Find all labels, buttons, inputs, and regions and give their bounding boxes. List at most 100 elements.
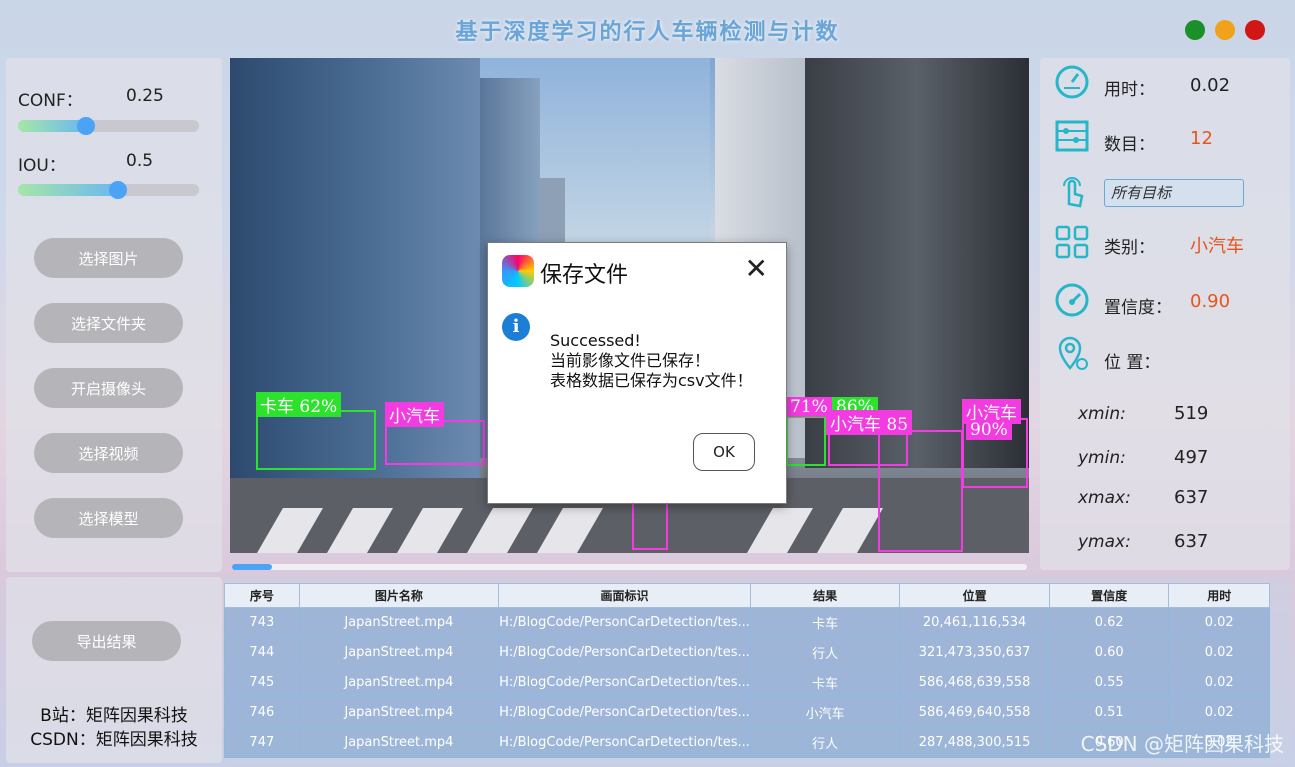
detection-label: 71% (786, 397, 832, 417)
table-cell: JapanStreet.mp4 (298, 697, 500, 728)
app-logo-icon (502, 255, 534, 287)
select-video-button[interactable]: 选择视频 (34, 433, 183, 473)
column-header[interactable]: 位置 (899, 583, 1050, 608)
table-row[interactable]: 743 JapanStreet.mp4 H:/BlogCode/PersonCarD… (224, 607, 1270, 638)
xmax-label: xmax: (1078, 488, 1131, 508)
table-cell: 行人 (749, 637, 901, 668)
table-row[interactable]: 746 JapanStreet.mp4 H:/BlogCode/PersonCarD… (224, 697, 1270, 728)
table-cell: 0.02 (1168, 607, 1270, 638)
table-cell: 小汽车 (749, 697, 901, 728)
table-cell: JapanStreet.mp4 (298, 637, 500, 668)
select-folder-button[interactable]: 选择文件夹 (34, 303, 183, 343)
dialog-message-line: 表格数据已保存为csv文件！ (550, 371, 753, 390)
dialog-message: Successed! 当前影像文件已保存！ 表格数据已保存为csv文件！ (550, 331, 753, 391)
info-panel: 用时： 0.02 数目： 12 所有目标 类别： 小汽车 置信度： 0.90 位… (1040, 58, 1290, 570)
dialog-message-line: 当前影像文件已保存！ (550, 351, 711, 370)
ymax-label: ymax: (1078, 532, 1131, 552)
ymin-label: ymin: (1078, 448, 1126, 468)
iou-slider-handle[interactable] (108, 181, 127, 199)
detection-box-car (878, 430, 963, 552)
table-cell: H:/BlogCode/PersonCarDetection/tes... (498, 697, 751, 728)
column-header[interactable]: 结果 (749, 583, 901, 608)
iou-slider[interactable] (18, 181, 199, 199)
table-cell: JapanStreet.mp4 (298, 667, 500, 698)
export-panel: 导出结果 B站：矩阵因果科技 CSDN：矩阵因果科技 (6, 577, 222, 763)
table-cell: 586,469,640,558 (899, 697, 1050, 728)
class-value: 小汽车 (1190, 236, 1244, 257)
xmin-label: xmin: (1078, 404, 1126, 424)
export-results-button[interactable]: 导出结果 (32, 621, 181, 661)
table-cell: 0.51 (1048, 697, 1170, 728)
xmax-value: 637 (1174, 487, 1209, 508)
maximize-button[interactable] (1185, 20, 1205, 40)
dialog-close-icon[interactable]: ✕ (745, 255, 768, 283)
table-cell: H:/BlogCode/PersonCarDetection/tes... (498, 727, 751, 758)
video-progress-bar[interactable] (232, 564, 1027, 570)
info-icon: i (502, 313, 530, 341)
detection-label: 小汽车 (385, 402, 444, 427)
column-header[interactable]: 图片名称 (298, 583, 500, 608)
table-cell: 287,488,300,515 (899, 727, 1050, 758)
table-header-row: 序号 图片名称 画面标识 结果 位置 置信度 用时 (224, 583, 1270, 608)
count-label: 数目： (1104, 135, 1155, 155)
watermark: CSDN @矩阵因果科技 (1080, 732, 1284, 756)
conf-value: 0.25 (126, 86, 164, 106)
open-camera-button[interactable]: 开启摄像头 (34, 368, 183, 408)
close-button[interactable] (1245, 20, 1265, 40)
select-image-button[interactable]: 选择图片 (34, 238, 183, 278)
detection-label: 卡车 62% (256, 392, 342, 417)
table-cell: 0.02 (1168, 697, 1270, 728)
position-label: 位 置： (1104, 353, 1161, 373)
conf-slider-handle[interactable] (76, 117, 95, 135)
credit-csdn: CSDN：矩阵因果科技 (30, 730, 198, 750)
app-title: 基于深度学习的行人车辆检测与计数 (455, 19, 840, 45)
confidence-value: 0.90 (1190, 291, 1231, 312)
conf-slider[interactable] (18, 117, 199, 135)
timer-icon (1055, 65, 1089, 99)
target-select[interactable]: 所有目标 (1104, 179, 1244, 207)
table-cell: JapanStreet.mp4 (298, 607, 500, 638)
table-cell: 0.55 (1048, 667, 1170, 698)
credit-bilibili: B站：矩阵因果科技 (40, 706, 188, 726)
detection-box-truck (256, 410, 376, 470)
conf-slider-fill (18, 120, 86, 132)
dialog-ok-button[interactable]: OK (693, 433, 755, 471)
abacus-icon (1055, 120, 1089, 152)
iou-label: IOU： (18, 156, 66, 176)
save-file-dialog: 保存文件 ✕ i Successed! 当前影像文件已保存！ 表格数据已保存为c… (487, 242, 787, 504)
table-cell: 746 (224, 697, 300, 728)
xmin-value: 519 (1174, 403, 1209, 424)
column-header[interactable]: 置信度 (1048, 583, 1170, 608)
results-panel: 序号 图片名称 画面标识 结果 位置 置信度 用时 743 JapanStreet… (224, 577, 1290, 763)
dialog-message-line: Successed! (550, 331, 641, 350)
control-panel: CONF： 0.25 IOU： 0.5 选择图片 选择文件夹 开启摄像头 选择视… (6, 58, 222, 572)
iou-slider-fill (18, 184, 118, 196)
detection-box-car (786, 416, 826, 466)
table-cell: 586,468,639,558 (899, 667, 1050, 698)
ymax-value: 637 (1174, 531, 1209, 552)
minimize-button[interactable] (1215, 20, 1235, 40)
conf-label: CONF： (18, 91, 83, 111)
table-cell: 744 (224, 637, 300, 668)
column-header[interactable]: 画面标识 (498, 583, 751, 608)
column-header[interactable]: 用时 (1168, 583, 1270, 608)
table-cell: 747 (224, 727, 300, 758)
select-model-button[interactable]: 选择模型 (34, 498, 183, 538)
count-value: 12 (1190, 128, 1213, 149)
table-row[interactable]: 744 JapanStreet.mp4 H:/BlogCode/PersonCarD… (224, 637, 1270, 668)
detection-label: 小汽车 85 (826, 410, 913, 435)
iou-value: 0.5 (126, 151, 154, 171)
category-icon (1055, 225, 1089, 259)
table-cell: 743 (224, 607, 300, 638)
table-cell: 0.60 (1048, 637, 1170, 668)
table-row[interactable]: 745 JapanStreet.mp4 H:/BlogCode/PersonCarD… (224, 667, 1270, 698)
confidence-label: 置信度： (1104, 298, 1172, 318)
table-cell: 321,473,350,637 (899, 637, 1050, 668)
table-cell: 20,461,116,534 (899, 607, 1050, 638)
detection-label: 90% (966, 420, 1012, 440)
table-cell: 卡车 (749, 667, 901, 698)
table-cell: 卡车 (749, 607, 901, 638)
column-header[interactable]: 序号 (224, 583, 300, 608)
ymin-value: 497 (1174, 447, 1209, 468)
dialog-title: 保存文件 (540, 263, 629, 288)
